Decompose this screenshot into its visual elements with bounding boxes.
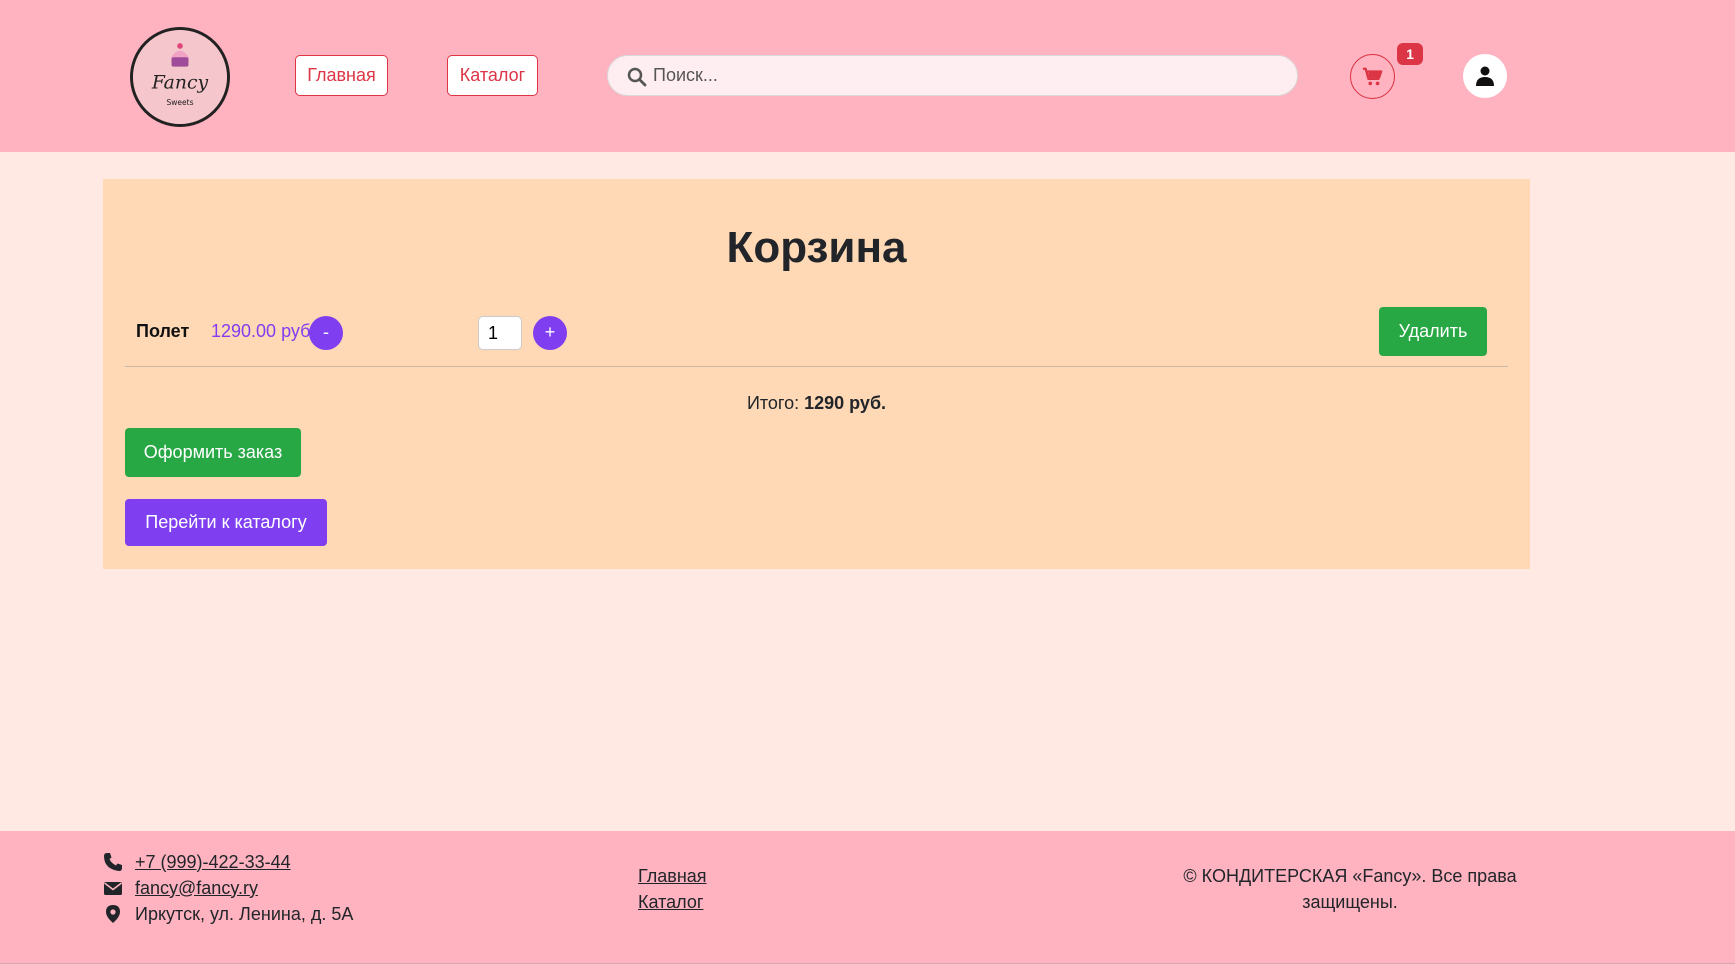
search-box: [607, 55, 1298, 96]
cart-count-badge: 1: [1397, 43, 1423, 65]
envelope-icon: [103, 878, 123, 898]
logo-subtext: Sweets: [166, 98, 193, 107]
cart-total: Итого: 1290 руб.: [103, 393, 1530, 414]
item-price: 1290.00 руб.: [211, 321, 316, 341]
total-value: 1290 руб.: [804, 393, 887, 413]
cart-item-row: Полет 1290.00 руб. - + Удалить: [125, 307, 1508, 367]
phone-icon: [103, 852, 123, 872]
footer-link-home[interactable]: Главная: [638, 866, 707, 887]
search-input[interactable]: [653, 58, 1283, 93]
copyright-line-1: © КОНДИТЕРСКАЯ «Fancy». Все права: [1183, 866, 1517, 886]
footer-link-catalog[interactable]: Каталог: [638, 892, 703, 913]
site-footer: +7 (999)-422-33-44 fancy@fancy.ry Иркутс…: [0, 831, 1735, 964]
cart-panel: Корзина Полет 1290.00 руб. - + Удалить И…: [103, 179, 1530, 569]
copyright-line-2: защищены.: [1302, 892, 1398, 912]
delete-item-button[interactable]: Удалить: [1379, 307, 1487, 356]
footer-email: fancy@fancy.ry: [103, 876, 258, 900]
copyright-text: © КОНДИТЕРСКАЯ «Fancy». Все права защище…: [1180, 863, 1520, 915]
cart-button[interactable]: [1350, 54, 1395, 99]
nav-catalog-button[interactable]: Каталог: [447, 55, 538, 96]
total-label: Итого:: [746, 393, 800, 413]
nav-home-button[interactable]: Главная: [295, 55, 388, 96]
quantity-input[interactable]: [478, 316, 522, 350]
map-pin-icon: [103, 904, 123, 924]
decrease-quantity-button[interactable]: -: [309, 316, 343, 350]
search-icon: [627, 67, 647, 87]
go-to-catalog-button[interactable]: Перейти к каталогу: [125, 499, 327, 546]
site-header: Fancy Sweets Главная Каталог 1: [0, 0, 1735, 152]
cupcake-logo-icon: Fancy Sweets: [133, 30, 227, 124]
cart-icon: [1362, 67, 1383, 86]
logo-text: Fancy: [151, 72, 209, 93]
email-link[interactable]: fancy@fancy.ry: [135, 878, 258, 899]
page-title: Корзина: [726, 223, 907, 272]
user-icon: [1476, 66, 1494, 86]
logo[interactable]: Fancy Sweets: [130, 27, 230, 127]
phone-link[interactable]: +7 (999)-422-33-44: [135, 852, 291, 873]
footer-address: Иркутск, ул. Ленина, д. 5А: [103, 902, 353, 926]
address-text: Иркутск, ул. Ленина, д. 5А: [135, 903, 354, 924]
user-button[interactable]: [1463, 54, 1507, 98]
footer-phone: +7 (999)-422-33-44: [103, 850, 291, 874]
increase-quantity-button[interactable]: +: [533, 316, 567, 350]
checkout-button[interactable]: Оформить заказ: [125, 428, 301, 477]
item-name: Полет: [136, 321, 190, 341]
